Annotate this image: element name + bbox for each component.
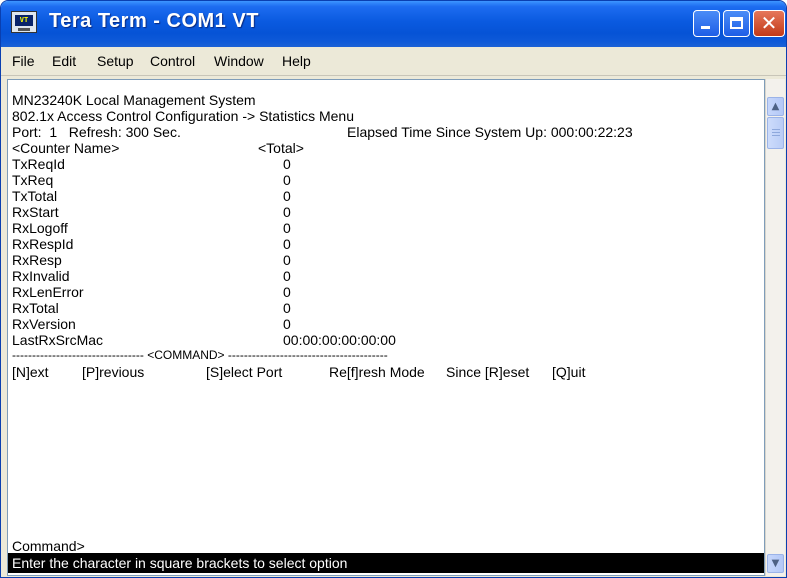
counter-value: 0 <box>283 268 291 284</box>
counter-name: RxLenError <box>12 284 84 300</box>
terminal-app-icon[interactable]: VT <box>11 11 37 33</box>
counter-name: RxVersion <box>12 316 76 332</box>
scroll-down-button[interactable]: ▼ <box>767 554 784 573</box>
system-name: MN23240K Local Management System <box>12 92 256 108</box>
close-icon: ✕ <box>760 11 778 35</box>
counter-name: TxTotal <box>12 188 58 204</box>
command-select-port: [S]elect Port <box>206 364 283 380</box>
terminal-screen[interactable]: MN23240K Local Management System 802.1x … <box>7 79 765 576</box>
counter-name: RxRespId <box>12 236 74 252</box>
counter-name: RxStart <box>12 204 59 220</box>
minimize-button[interactable] <box>693 10 720 37</box>
counter-value: 0 <box>283 236 291 252</box>
counter-name: RxInvalid <box>12 268 70 284</box>
app-icon-label: VT <box>15 15 33 26</box>
elapsed-time: Elapsed Time Since System Up: 000:00:22:… <box>347 124 633 140</box>
maximize-icon <box>730 17 743 29</box>
counter-value: 0 <box>283 300 291 316</box>
counter-name: TxReq <box>12 172 54 188</box>
counter-value: 00:00:00:00:00:00 <box>283 332 396 348</box>
menu-setup[interactable]: Setup <box>97 53 134 69</box>
title-bar[interactable]: VT Tera Term - COM1 VT ✕ <box>1 1 786 47</box>
menu-control[interactable]: Control <box>150 53 195 69</box>
menu-edit[interactable]: Edit <box>52 53 76 69</box>
counter-value: 0 <box>283 172 291 188</box>
menu-help[interactable]: Help <box>282 53 311 69</box>
counter-name: RxTotal <box>12 300 59 316</box>
counter-name: LastRxSrcMac <box>12 332 104 348</box>
column-header-name: <Counter Name> <box>12 140 120 156</box>
counter-name: RxResp <box>12 252 62 268</box>
scroll-up-button[interactable]: ▲ <box>767 97 784 116</box>
menu-window[interactable]: Window <box>214 53 264 69</box>
chevron-down-icon: ▼ <box>771 558 780 569</box>
command-quit: [Q]uit <box>552 364 586 380</box>
status-line: Enter the character in square brackets t… <box>8 553 764 573</box>
scroll-thumb[interactable] <box>767 117 784 149</box>
counter-name: RxLogoff <box>12 220 68 236</box>
command-refresh-mode: Re[f]resh Mode <box>329 364 425 380</box>
menu-file[interactable]: File <box>12 53 35 69</box>
counter-value: 0 <box>283 316 291 332</box>
command-prompt: Command> <box>12 538 85 554</box>
tera-term-window: VT Tera Term - COM1 VT ✕ File Edit Setup… <box>0 0 787 578</box>
counter-value: 0 <box>283 204 291 220</box>
command-next: [N]ext <box>12 364 49 380</box>
close-button[interactable]: ✕ <box>753 10 785 37</box>
port-refresh-line: Port: 1 Refresh: 300 Sec. <box>12 124 181 140</box>
chevron-up-icon: ▲ <box>771 101 780 112</box>
window-title: Tera Term - COM1 VT <box>49 10 259 32</box>
menu-bar: File Edit Setup Control Window Help <box>1 47 786 76</box>
counter-value: 0 <box>283 220 291 236</box>
counter-value: 0 <box>283 156 291 172</box>
minimize-icon <box>701 26 710 29</box>
vertical-scrollbar[interactable]: ▲ ▼ <box>765 79 785 576</box>
counter-value: 0 <box>283 252 291 268</box>
counter-value: 0 <box>283 284 291 300</box>
menu-path: 802.1x Access Control Configuration -> S… <box>12 108 355 124</box>
command-separator: --------------------------------- <COMMA… <box>12 348 388 362</box>
maximize-button[interactable] <box>723 10 750 37</box>
counter-name: TxReqId <box>12 156 65 172</box>
command-previous: [P]revious <box>82 364 145 380</box>
command-since-reset: Since [R]eset <box>446 364 530 380</box>
counter-value: 0 <box>283 188 291 204</box>
column-header-total: <Total> <box>258 140 304 156</box>
